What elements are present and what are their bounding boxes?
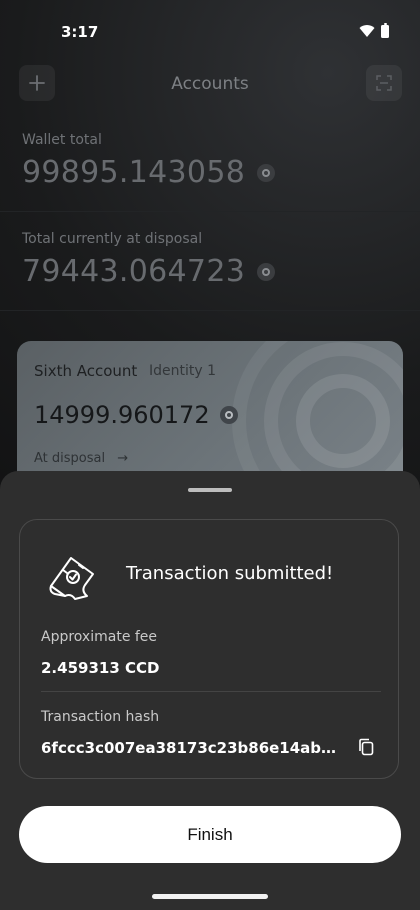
battery-icon: [381, 23, 389, 38]
copy-icon: [359, 738, 374, 756]
transaction-title: Transaction submitted!: [126, 563, 334, 584]
account-name: Sixth Account: [34, 362, 138, 380]
app-screen: 3:17 Accounts Wallet total 99895.143058 …: [0, 0, 420, 910]
transaction-summary: Transaction submitted! Approximate fee 2…: [19, 519, 399, 779]
divider: [41, 691, 381, 692]
disposal-total-value: 79443.064723: [22, 254, 276, 289]
scan-icon: [376, 75, 392, 91]
account-balance-amount: 14999.960172: [34, 401, 210, 429]
disposal-total-label: Total currently at disposal: [22, 231, 203, 247]
ccd-icon: [219, 406, 238, 424]
wallet-total-label: Wallet total: [22, 132, 102, 148]
ccd-icon: [257, 262, 276, 281]
wifi-icon: [359, 25, 375, 37]
ccd-icon: [257, 163, 276, 182]
gesture-nav-bar[interactable]: [152, 894, 268, 899]
status-bar: 3:17: [0, 0, 420, 64]
sheet-drag-handle[interactable]: [188, 488, 232, 492]
account-identity: Identity 1: [149, 363, 217, 379]
divider: [0, 211, 420, 212]
finish-button[interactable]: Finish: [19, 806, 401, 863]
wallet-total-value: 99895.143058: [22, 155, 276, 190]
fee-label: Approximate fee: [41, 629, 158, 645]
account-balance: 14999.960172: [34, 401, 238, 429]
at-disposal-link[interactable]: At disposal →: [34, 451, 128, 466]
hash-label: Transaction hash: [41, 709, 160, 725]
page-title: Accounts: [171, 74, 249, 94]
bottom-sheet: Transaction submitted! Approximate fee 2…: [0, 471, 420, 910]
wallet-total-amount: 99895.143058: [22, 155, 246, 190]
status-time: 3:17: [61, 23, 99, 41]
copy-hash-button[interactable]: [355, 736, 377, 758]
fee-value: 2.459313 CCD: [41, 659, 160, 677]
divider: [0, 310, 420, 311]
account-card[interactable]: Sixth Account Identity 1 14999.960172 At…: [17, 341, 403, 491]
at-disposal-label: At disposal: [34, 451, 106, 466]
receipt-check-icon: [49, 557, 94, 600]
arrow-right-icon: →: [117, 451, 129, 466]
scan-qr-button[interactable]: [366, 65, 402, 101]
disposal-total-amount: 79443.064723: [22, 254, 246, 289]
hash-value: 6fccc3c007ea38173c23b86e14ab5b...: [41, 739, 341, 757]
card-decoration: [232, 341, 403, 491]
